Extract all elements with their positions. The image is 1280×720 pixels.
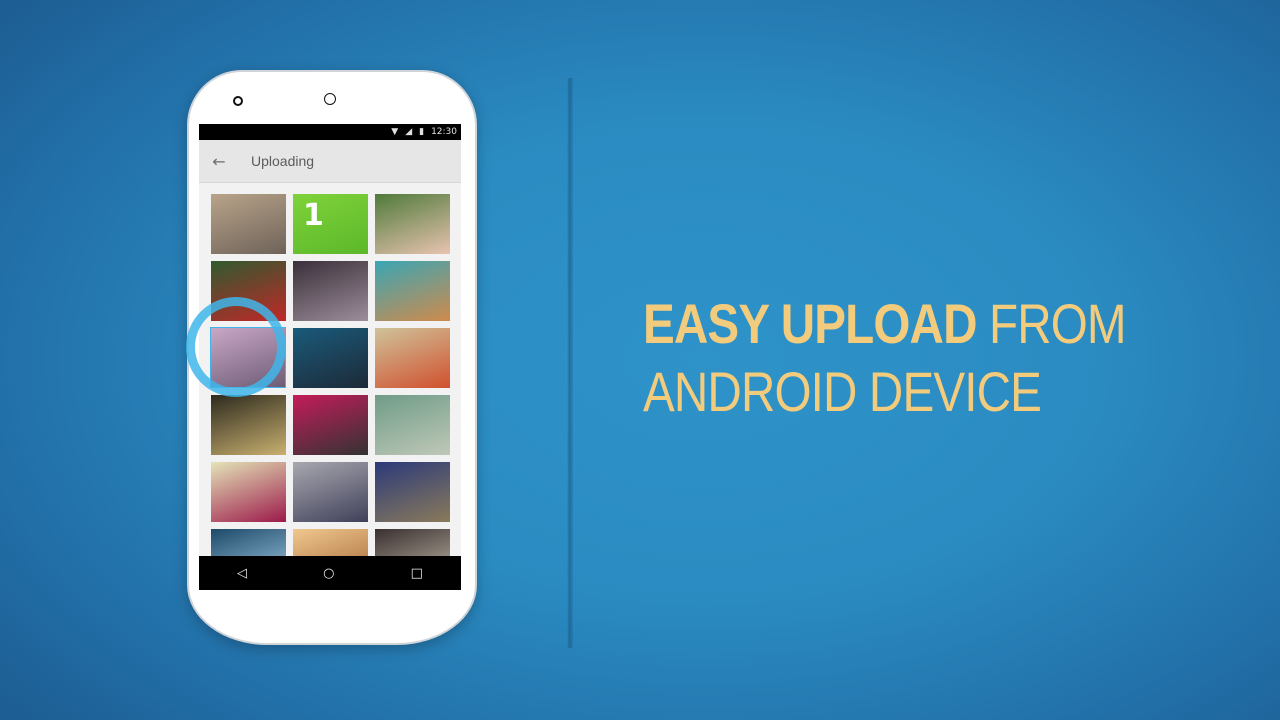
phone-speaker (233, 96, 243, 106)
nav-back-icon[interactable]: ◁ (237, 566, 247, 581)
signal-icon: ◢ (405, 127, 413, 137)
status-time: 12:30 (431, 127, 457, 137)
page-title: Uploading (251, 153, 315, 169)
battery-icon: ▮ (419, 127, 425, 137)
photo-tile-map[interactable] (375, 261, 450, 321)
navigation-bar: ◁ ○ □ (199, 556, 461, 590)
headline-line2: ANDROID DEVICE (643, 360, 1042, 423)
photo-tile-mountains[interactable] (375, 462, 450, 522)
photo-tile-parking-garage[interactable] (293, 261, 368, 321)
photo-tile-forest-floor[interactable] (211, 395, 286, 455)
selected-photo-border (210, 327, 286, 388)
photo-tile-red-shoes[interactable] (375, 328, 450, 388)
headline-bold: EASY UPLOAD (643, 292, 977, 355)
photo-tile-polaroid-camera[interactable] (293, 462, 368, 522)
nav-home-icon[interactable]: ○ (323, 566, 334, 581)
headline-line1-rest: FROM (976, 292, 1127, 355)
photo-tile-road[interactable] (211, 194, 286, 254)
status-bar: ▼ ◢ ▮ 12:30 (199, 124, 461, 140)
photo-tile-pink-car[interactable] (211, 462, 286, 522)
app-bar: ← Uploading (199, 140, 461, 183)
wifi-icon: ▼ (391, 127, 399, 137)
photo-tile-green-binary[interactable]: 1 (293, 194, 368, 254)
photo-tile-train-window[interactable] (293, 328, 368, 388)
photo-tile-spiral-fan[interactable] (375, 395, 450, 455)
photo-tile-flip-flops[interactable] (375, 194, 450, 254)
headline: EASY UPLOAD FROM ANDROID DEVICE (643, 290, 1127, 426)
photo-tile-eiffel-poster[interactable] (293, 395, 368, 455)
phone-camera (324, 93, 336, 105)
vertical-divider (567, 78, 573, 648)
back-arrow-icon[interactable]: ← (199, 152, 239, 171)
nav-recents-icon[interactable]: □ (411, 566, 423, 581)
